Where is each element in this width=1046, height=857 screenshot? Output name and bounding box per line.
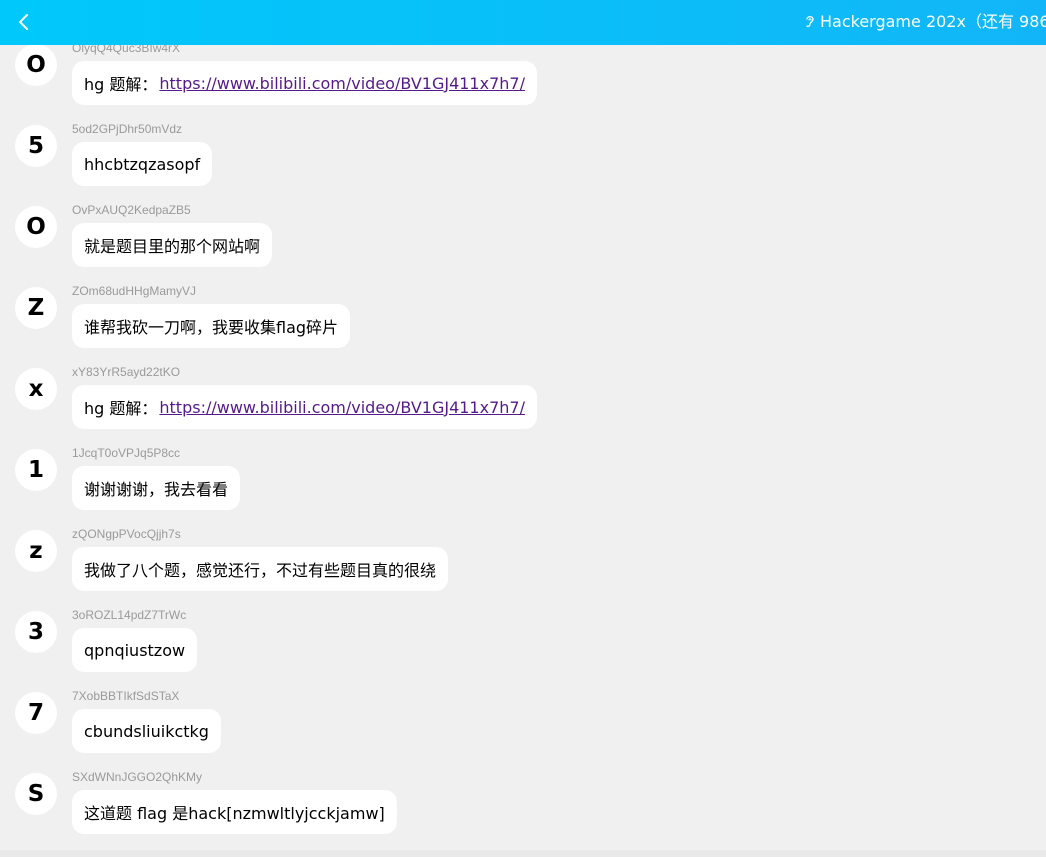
username: 1JcqT0oVPJq5P8cc (72, 446, 181, 460)
message-item: 7 7XobBBTIkfSdSTaX cbundsliuikctkg (0, 689, 1046, 772)
message-item: 3 3oROZL14pdZ7TrWc qpnqiustzow (0, 608, 1046, 691)
message-bubble: hg 题解： https://www.bilibili.com/video/BV1… (72, 385, 537, 429)
username: ZOm68udHHgMamyVJ (72, 284, 197, 298)
message-text: hg 题解： (84, 399, 158, 418)
page-title: Hackergame 202x（还有 986 条 (820, 12, 1046, 31)
message-bubble: hhcbtzqzasopf (72, 142, 213, 186)
message-item: z zQONgpPVocQjjh7s 我做了八个题，感觉还行，不过有些题目真的很… (0, 527, 1046, 610)
page-title-wrap: Hackergame 202x（还有 986 条 (804, 11, 1046, 33)
message-bubble: 就是题目里的那个网站啊 (72, 223, 273, 267)
message-bubble: 这道题 flag 是hack[nzmwltlyjcckjamw] (72, 790, 397, 834)
avatar[interactable]: 7 (15, 692, 57, 734)
username: zQONgpPVocQjjh7s (72, 527, 181, 541)
top-header-bar: Hackergame 202x（还有 986 条 (0, 0, 1046, 45)
avatar[interactable]: x (15, 368, 57, 410)
avatar[interactable]: O (15, 206, 57, 248)
message-text: 谁帮我砍一刀啊，我要收集flag碎片 (84, 318, 339, 337)
username: OvPxAUQ2KedpaZB5 (72, 203, 191, 217)
message-text: 我做了八个题，感觉还行，不过有些题目真的很绕 (84, 561, 437, 580)
message-text: hg 题解： (84, 75, 158, 94)
message-text: hhcbtzqzasopf (84, 154, 201, 174)
avatar[interactable]: 3 (15, 611, 57, 653)
avatar[interactable]: 1 (15, 449, 57, 491)
message-item: x xY83YrR5ayd22tKO hg 题解： https://www.bil… (0, 365, 1046, 448)
message-link[interactable]: https://www.bilibili.com/video/BV1GJ411x… (159, 74, 525, 93)
username: 7XobBBTIkfSdSTaX (72, 689, 180, 703)
message-bubble: qpnqiustzow (72, 628, 198, 672)
message-bubble: hg 题解： https://www.bilibili.com/video/BV1… (72, 61, 537, 105)
message-bubble: 谢谢谢谢，我去看看 (72, 466, 241, 510)
message-bubble: 我做了八个题，感觉还行，不过有些题目真的很绕 (72, 547, 449, 591)
message-feed: O OlyqQ4Quc3BIw4rX hg 题解： https://www.bil… (0, 0, 1046, 857)
message-bubble: 谁帮我砍一刀啊，我要收集flag碎片 (72, 304, 351, 348)
message-item: O OlyqQ4Quc3BIw4rX hg 题解： https://www.bil… (0, 41, 1046, 124)
ear-icon (806, 16, 814, 28)
avatar[interactable]: S (15, 773, 57, 815)
avatar[interactable]: O (15, 44, 57, 86)
bottom-edge (0, 850, 1046, 857)
chevron-left-icon (19, 14, 28, 30)
message-item: S SXdWNnJGGO2QhKMy 这道题 flag 是hack[nzmwlt… (0, 770, 1046, 853)
message-item: Z ZOm68udHHgMamyVJ 谁帮我砍一刀啊，我要收集flag碎片 (0, 284, 1046, 367)
message-text: 谢谢谢谢，我去看看 (84, 480, 229, 499)
message-item: O OvPxAUQ2KedpaZB5 就是题目里的那个网站啊 (0, 203, 1046, 286)
avatar[interactable]: 5 (15, 125, 57, 167)
avatar[interactable]: z (15, 530, 57, 572)
message-item: 1 1JcqT0oVPJq5P8cc 谢谢谢谢，我去看看 (0, 446, 1046, 529)
message-link[interactable]: https://www.bilibili.com/video/BV1GJ411x… (159, 398, 525, 417)
username: 5od2GPjDhr50mVdz (72, 122, 183, 136)
message-text: 这道题 flag 是hack[nzmwltlyjcckjamw] (84, 804, 385, 823)
message-text: cbundsliuikctkg (84, 721, 209, 741)
message-text: 就是题目里的那个网站啊 (84, 237, 261, 256)
back-button[interactable] (10, 8, 38, 36)
username: xY83YrR5ayd22tKO (72, 365, 181, 379)
username: SXdWNnJGGO2QhKMy (72, 770, 203, 784)
message-text: qpnqiustzow (84, 640, 186, 660)
message-bubble: cbundsliuikctkg (72, 709, 221, 753)
username: 3oROZL14pdZ7TrWc (72, 608, 187, 622)
message-item: 5 5od2GPjDhr50mVdz hhcbtzqzasopf (0, 122, 1046, 205)
avatar[interactable]: Z (15, 287, 57, 329)
